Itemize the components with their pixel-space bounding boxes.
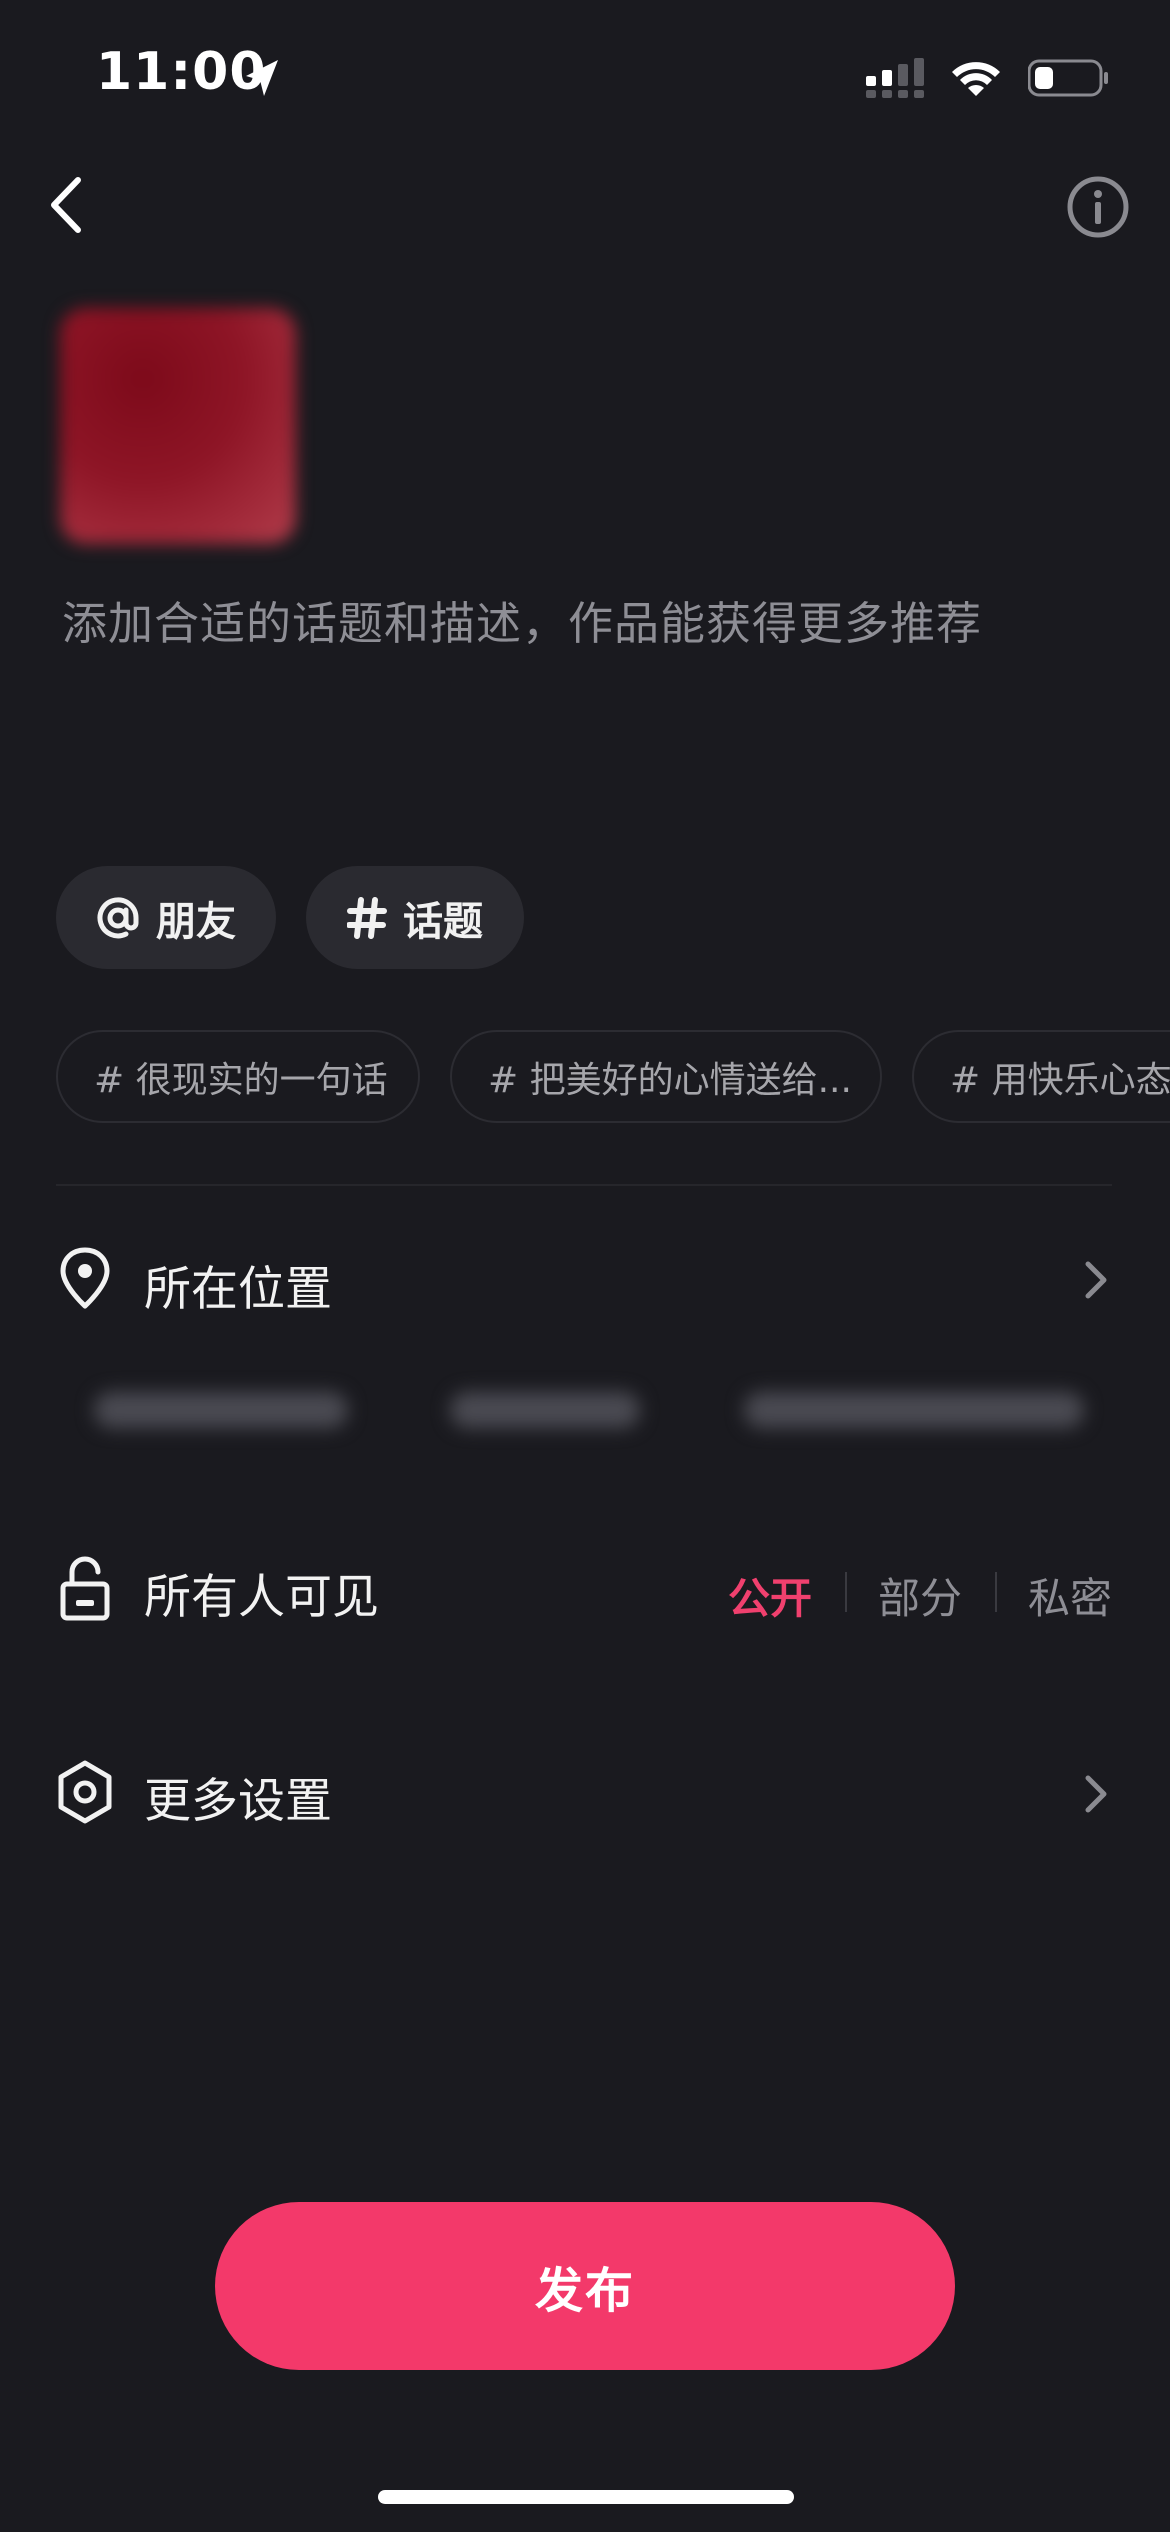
suggested-topic[interactable]: # 用快乐心态接	[912, 1030, 1170, 1123]
chevron-right-icon	[1078, 1770, 1114, 1818]
status-icons	[866, 50, 1110, 106]
wifi-icon	[950, 58, 1002, 98]
description-input[interactable]: 添加合适的话题和描述，作品能获得更多推荐	[62, 594, 1112, 654]
info-button[interactable]	[1066, 175, 1130, 239]
add-topic-label: 话题	[403, 898, 483, 945]
mention-friend-label: 朋友	[156, 898, 236, 945]
visibility-label: 所有人可见	[144, 1570, 379, 1625]
mention-friend-button[interactable]: 朋友	[56, 866, 276, 969]
at-icon	[96, 896, 140, 940]
info-icon	[1066, 176, 1130, 243]
visibility-option-public[interactable]: 公开	[728, 1565, 812, 1626]
publish-button[interactable]: 发布	[215, 2202, 955, 2370]
add-topic-button[interactable]: 话题	[306, 866, 524, 969]
hashtag-icon	[347, 896, 387, 939]
battery-icon	[1028, 58, 1110, 98]
separator	[845, 1572, 847, 1612]
location-row[interactable]: 所在位置	[0, 1230, 1170, 1330]
visibility-option-private[interactable]: 私密	[1028, 1565, 1112, 1626]
divider	[56, 1184, 1112, 1186]
visibility-option-partial[interactable]: 部分	[878, 1565, 962, 1626]
more-settings-row[interactable]: 更多设置	[0, 1744, 1170, 1844]
signal-icon	[866, 58, 926, 98]
suggested-topic[interactable]: # 把美好的心情送给...	[450, 1030, 882, 1123]
chevron-right-icon	[1078, 1256, 1114, 1304]
location-suggestion[interactable]	[450, 1392, 640, 1428]
location-pin-icon	[56, 1246, 114, 1314]
chevron-left-icon	[40, 177, 100, 244]
home-indicator	[378, 2490, 794, 2504]
location-suggestion[interactable]	[94, 1392, 348, 1428]
location-arrow-icon	[242, 56, 282, 100]
location-label: 所在位置	[144, 1262, 332, 1317]
location-suggestion[interactable]	[744, 1392, 1084, 1428]
suggested-topic[interactable]: # 很现实的一句话	[56, 1030, 420, 1123]
back-button[interactable]	[40, 170, 100, 240]
unlock-icon	[56, 1554, 114, 1622]
publish-label: 发布	[534, 2263, 635, 2319]
status-time: 11:00	[96, 42, 267, 102]
more-settings-label: 更多设置	[144, 1774, 332, 1829]
hexagon-settings-icon	[56, 1758, 114, 1826]
separator	[995, 1572, 997, 1612]
video-thumbnail[interactable]	[60, 308, 296, 544]
description-placeholder: 添加合适的话题和描述，作品能获得更多推荐	[62, 597, 983, 650]
location-suggestions	[60, 1378, 1130, 1444]
